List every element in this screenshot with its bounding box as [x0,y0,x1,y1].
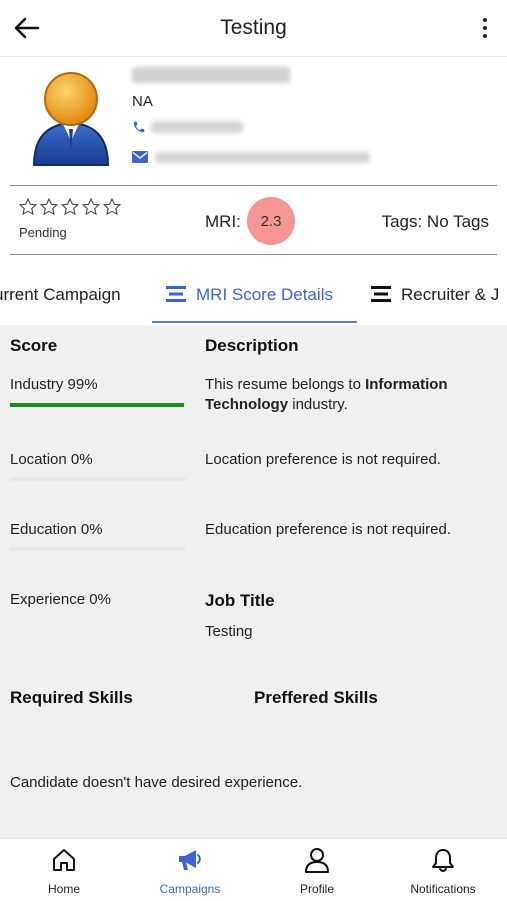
job-title-header: Job Title [205,591,275,610]
list-icon [166,286,186,303]
candidate-location: NA [132,93,153,110]
rating-status: Pending [19,225,67,240]
nav-label: Profile [299,882,334,896]
divider [10,254,497,255]
nav-label: Campaigns [159,882,221,896]
nav-label: Home [47,882,80,896]
experience-note: Candidate doesn't have desired experienc… [10,774,303,791]
job-title-value: Testing [205,623,253,640]
industry-description: This resume belongs to Information Techn… [205,375,495,415]
bottom-navigation: Home Campaigns Profile Notifications [0,838,507,901]
star-outline-icon [81,197,101,216]
dot-icon [483,18,487,22]
user-avatar-icon [32,72,110,166]
tab-current-campaign[interactable]: urrent Campaign [0,285,121,305]
mri-score-badge: 2.3 [247,197,295,245]
home-icon [53,849,75,871]
divider [10,185,497,186]
megaphone-icon [179,850,201,870]
location-score-bar [10,477,186,481]
education-score-bar [10,547,186,551]
more-options-button[interactable] [481,18,489,40]
email-redacted [155,152,370,163]
tab-label: Recruiter & J [401,285,500,304]
tab-label: MRI Score Details [196,285,333,304]
bell-icon [432,849,454,872]
location-score: Location 0% [10,451,93,468]
tab-recruiter[interactable]: Recruiter & J [371,285,499,305]
list-icon [371,286,391,303]
star-outline-icon [60,197,80,216]
app-header: Testing [0,0,507,57]
industry-score: Industry 99% [10,376,98,393]
education-description: Education preference is not required. [205,521,451,538]
star-rating[interactable] [18,197,122,219]
desc-prefix: This resume belongs to [205,376,366,393]
dot-icon [483,34,487,38]
phone-number-redacted [151,121,243,133]
nav-home[interactable]: Home [4,847,124,896]
nav-notifications[interactable]: Notifications [383,847,503,896]
dot-icon [483,26,487,30]
experience-score: Experience 0% [10,591,111,608]
description-header: Description [205,336,299,355]
user-icon [305,848,329,873]
candidate-profile: NA [0,57,507,185]
preferred-skills-header: Preffered Skills [254,688,378,707]
industry-score-bar [10,403,186,407]
page-title: Testing [220,16,287,39]
score-header: Score [10,336,58,355]
nav-campaigns[interactable]: Campaigns [130,847,250,896]
mri-label: MRI: [205,212,241,231]
tab-bar: urrent Campaign MRI Score Details Recrui… [0,257,507,325]
tab-mri-score-details[interactable]: MRI Score Details [166,285,333,305]
education-score: Education 0% [10,521,103,538]
required-skills-header: Required Skills [10,688,133,707]
tags-text[interactable]: Tags: No Tags [382,212,489,232]
tab-label: urrent Campaign [0,285,121,304]
star-outline-icon [102,197,122,216]
avatar [30,69,112,169]
star-outline-icon [18,197,38,216]
star-outline-icon [39,197,59,216]
mail-icon [132,151,148,163]
mri-score-details-panel: Score Description Industry 99% This resu… [0,325,507,838]
phone-icon [133,121,145,133]
nav-profile[interactable]: Profile [257,847,377,896]
active-tab-indicator [152,321,357,323]
desc-suffix: industry. [288,396,348,413]
location-description: Location preference is not required. [205,451,441,468]
candidate-name-redacted [132,67,290,83]
nav-label: Notifications [410,882,476,896]
